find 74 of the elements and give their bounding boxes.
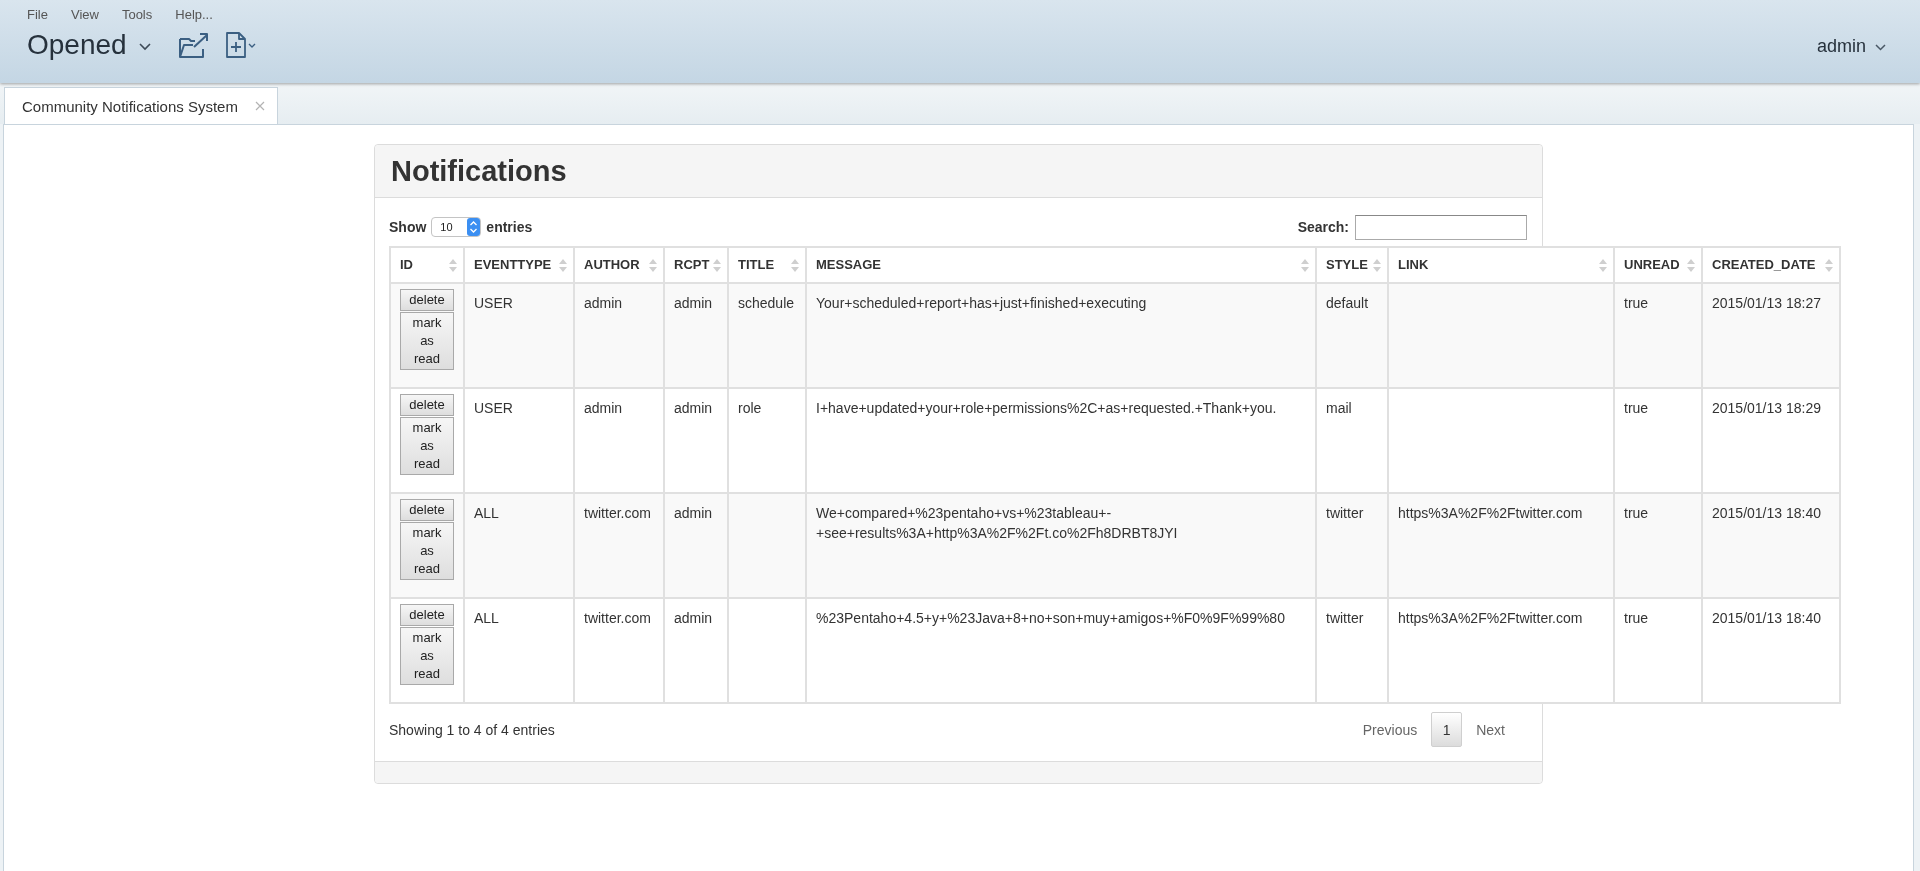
table-cell: true (1614, 388, 1702, 493)
table-cell: twitter (1316, 598, 1388, 703)
table-cell: Your+scheduled+report+has+just+finished+executing (806, 283, 1316, 388)
row-action-button[interactable]: mark as read (400, 417, 454, 475)
table-cell: https%3A%2F%2Ftwitter.com (1388, 598, 1614, 703)
sort-icon[interactable] (713, 258, 721, 272)
table-cell: admin (664, 283, 728, 388)
row-action-button[interactable]: delete (400, 394, 454, 416)
table-cell: default (1316, 283, 1388, 388)
row-action-button[interactable]: delete (400, 499, 454, 521)
table-cell: ALL (464, 598, 574, 703)
sort-icon[interactable] (559, 258, 567, 272)
document-plus-icon[interactable] (224, 32, 257, 58)
table-cell: We+compared+%23pentaho+vs+%23tableau+-+see+results%3A+http%3A%2F%2Ft.co%2Fh8DRBT8JYI (806, 493, 1316, 598)
column-header[interactable]: ID (400, 257, 413, 273)
menu-item[interactable]: File (27, 7, 48, 23)
sort-icon[interactable] (649, 258, 657, 272)
search-field[interactable] (1355, 214, 1527, 240)
user-menu[interactable]: admin (1816, 34, 1886, 58)
sort-icon[interactable] (449, 258, 457, 272)
page-length-select[interactable]: 10 (431, 217, 482, 237)
close-icon[interactable] (254, 101, 265, 111)
table-cell: twitter.com (574, 598, 664, 703)
table-cell: admin (574, 388, 664, 493)
table-cell: schedule (728, 283, 806, 388)
table-cell: USER (464, 388, 574, 493)
sort-icon[interactable] (1687, 258, 1695, 272)
table-cell: USER (464, 283, 574, 388)
table-cell: https%3A%2F%2Ftwitter.com (1388, 493, 1614, 598)
stepper-icon (467, 218, 481, 236)
table-cell: I+have+updated+your+role+permissions%2C+as+requested.+Thank+you. (806, 388, 1316, 493)
sort-icon[interactable] (1599, 258, 1607, 272)
row-action-button[interactable]: mark as read (400, 522, 454, 580)
table-info: Showing 1 to 4 of 4 entries (389, 721, 555, 738)
sort-icon[interactable] (1825, 258, 1833, 272)
entries-label: entries (486, 219, 533, 235)
table-cell: mail (1316, 388, 1388, 493)
column-header[interactable]: MESSAGE (816, 257, 881, 273)
table-cell: ALL (464, 493, 574, 598)
table-cell: %23Pentaho+4.5+y+%23Java+8+no+son+muy+amigos+%F0%9F%99%80 (806, 598, 1316, 703)
table-cell: true (1614, 283, 1702, 388)
table-cell: role (728, 388, 806, 493)
table-cell: true (1614, 598, 1702, 703)
tab[interactable]: Community Notifications System (4, 87, 278, 124)
panel-title: Notifications (391, 154, 567, 189)
table-cell: 2015/01/13 18:29 (1702, 388, 1840, 493)
table-cell: admin (664, 388, 728, 493)
page-button[interactable]: 1 (1431, 712, 1463, 747)
menu-item[interactable]: Tools (121, 7, 153, 23)
table-cell: admin (664, 598, 728, 703)
menu-item[interactable]: View (70, 7, 99, 23)
table-cell: true (1614, 493, 1702, 598)
menu-item[interactable]: Help... (175, 7, 213, 23)
perspective-dropdown[interactable]: Opened (27, 27, 151, 63)
table-cell: 2015/01/13 18:40 (1702, 493, 1840, 598)
folder-arrow-icon[interactable] (178, 32, 209, 58)
table-cell: admin (574, 283, 664, 388)
table-cell: 2015/01/13 18:27 (1702, 283, 1840, 388)
table-cell: twitter (1316, 493, 1388, 598)
show-label: Show (389, 219, 427, 235)
sort-icon[interactable] (1373, 258, 1381, 272)
chevron-down-icon (1875, 44, 1886, 51)
table-cell: twitter.com (574, 493, 664, 598)
row-action-button[interactable]: delete (400, 289, 454, 311)
column-header[interactable]: LINK (1398, 257, 1429, 273)
row-action-button[interactable]: delete (400, 604, 454, 626)
search-label: Search: (1297, 219, 1349, 235)
table-cell: 2015/01/13 18:40 (1702, 598, 1840, 703)
sort-icon[interactable] (1301, 258, 1309, 272)
row-action-button[interactable]: mark as read (400, 627, 454, 685)
row-action-button[interactable]: mark as read (400, 312, 454, 370)
caret-icon (138, 43, 151, 51)
table-cell: admin (664, 493, 728, 598)
sort-icon[interactable] (791, 258, 799, 272)
